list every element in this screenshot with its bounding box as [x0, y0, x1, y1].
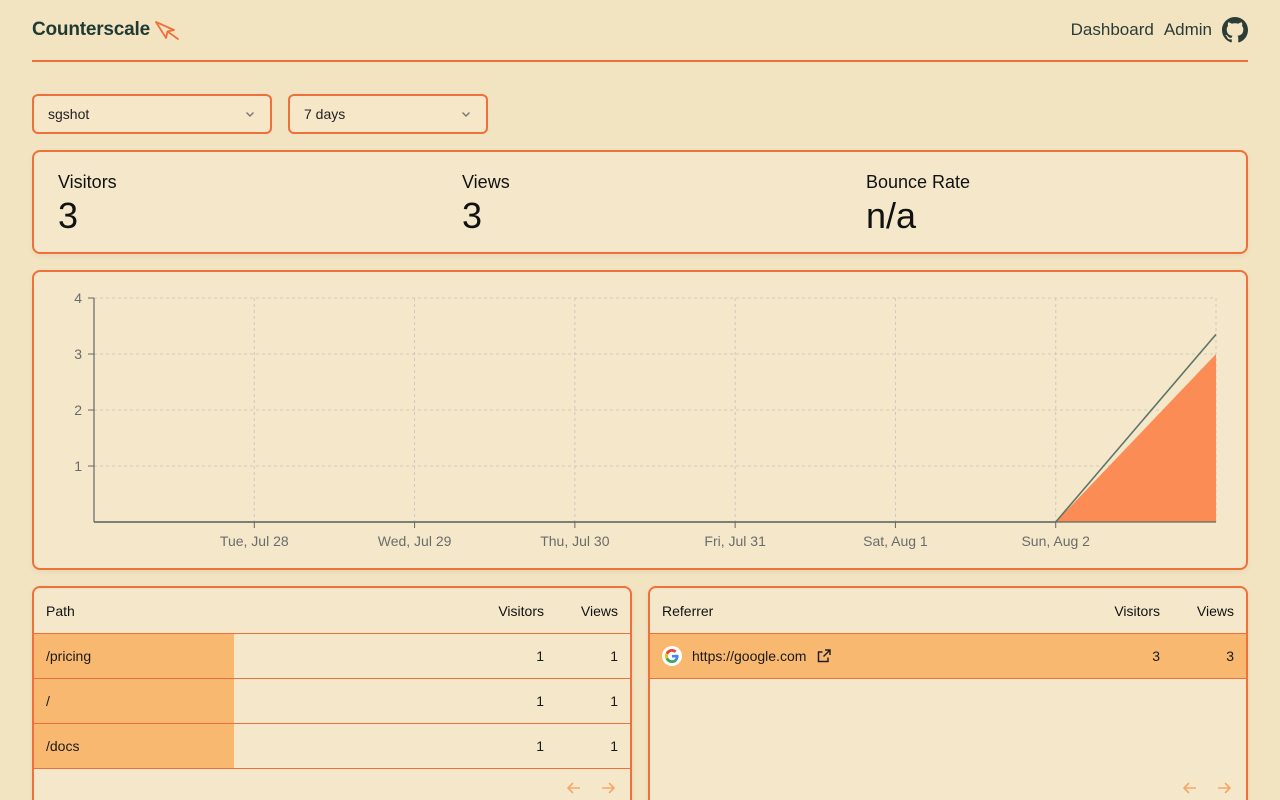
referrers-table: Referrer Visitors Views https://google.c… — [648, 586, 1248, 800]
views-chart: 1 2 3 4 Tue, Jul 28 Wed, Jul 29 Thu, Jul 30 Fri… — [74, 290, 1217, 549]
row-views: 3 — [1226, 648, 1234, 664]
line-series — [94, 333, 1217, 523]
stat-label: Views — [462, 172, 510, 192]
table-row[interactable]: https://google.com 3 3 — [650, 634, 1246, 679]
site-select[interactable]: sgshot — [32, 94, 272, 134]
y-tick-label: 2 — [74, 402, 82, 418]
arrow-left-icon[interactable] — [564, 778, 584, 798]
x-tick-label: Tue, Jul 28 — [220, 533, 289, 549]
stat-views: Views 3 — [462, 172, 510, 237]
referrer-link[interactable]: https://google.com — [692, 648, 806, 664]
paths-table: Path Visitors Views /pricing 1 1 / 1 1/docs 1 1 — [32, 586, 632, 800]
table-header: Path Visitors Views — [34, 588, 630, 634]
row-visitors: 1 — [536, 648, 544, 664]
x-tick-label: Fri, Jul 31 — [704, 533, 766, 549]
stat-value: n/a — [866, 195, 917, 236]
column-header-visitors: Visitors — [1114, 602, 1160, 619]
path-link[interactable]: /pricing — [46, 648, 91, 664]
path-link[interactable]: /docs — [46, 738, 79, 754]
stat-label: Bounce Rate — [866, 172, 971, 192]
row-name: /docs — [34, 738, 464, 754]
column-header-views: Views — [1196, 602, 1234, 619]
table-row[interactable]: /docs 1 1 — [34, 724, 630, 769]
cursor-arrow-logo-icon — [155, 21, 179, 40]
stat-value: 3 — [58, 195, 79, 236]
top-nav: Dashboard Admin — [1071, 17, 1248, 43]
top-header: Counterscale Dashboard Admin — [32, 0, 1248, 62]
row-name: /pricing — [34, 648, 464, 664]
row-name: / — [34, 693, 464, 709]
x-tick-label: Thu, Jul 30 — [540, 533, 609, 549]
x-tick-label: Sat, Aug 1 — [863, 533, 928, 549]
pagination — [564, 778, 618, 800]
brand[interactable]: Counterscale — [32, 19, 182, 41]
external-link-icon[interactable] — [816, 648, 832, 664]
row-visitors: 3 — [1152, 648, 1160, 664]
row-views: 1 — [610, 693, 618, 709]
table-row[interactable]: / 1 1 — [34, 679, 630, 724]
arrow-left-icon[interactable] — [1180, 778, 1200, 798]
google-icon — [662, 646, 682, 666]
row-views: 1 — [610, 738, 618, 754]
stat-label: Visitors — [58, 172, 117, 192]
chevron-down-icon — [462, 112, 470, 117]
nav-admin-link[interactable]: Admin — [1164, 20, 1212, 40]
x-tick-label: Wed, Jul 29 — [378, 533, 452, 549]
row-visitors: 1 — [536, 693, 544, 709]
table-header: Referrer Visitors Views — [650, 588, 1246, 634]
nav-dashboard-link[interactable]: Dashboard — [1071, 20, 1154, 40]
path-link[interactable]: / — [46, 693, 50, 709]
arrow-right-icon[interactable] — [598, 778, 618, 798]
interval-select[interactable]: 7 days — [288, 94, 488, 134]
arrow-right-icon[interactable] — [1214, 778, 1234, 798]
column-header-path: Path — [46, 602, 75, 619]
column-header-visitors: Visitors — [498, 602, 544, 619]
column-header-views: Views — [580, 602, 618, 619]
chevron-down-icon — [246, 112, 254, 117]
stat-visitors: Visitors 3 — [58, 172, 117, 237]
pagination — [1180, 778, 1234, 800]
stat-bounce-rate: Bounce Rate n/a — [866, 172, 970, 237]
row-visitors: 1 — [536, 738, 544, 754]
interval-select-value: 7 days — [304, 106, 346, 122]
x-tick-label: Sun, Aug 2 — [1021, 533, 1090, 549]
table-row[interactable]: /pricing 1 1 — [34, 634, 630, 679]
views-chart-card: 1 2 3 4 Tue, Jul 28 Wed, Jul 29 Thu, Jul 30 Fri… — [32, 270, 1248, 570]
brand-name: Counterscale — [32, 19, 150, 40]
stats-card: Visitors 3 Views 3 Bounce Rate n/a — [32, 150, 1248, 254]
row-views: 1 — [610, 648, 618, 664]
y-tick-label: 3 — [74, 346, 82, 362]
stat-value: 3 — [462, 195, 483, 236]
area-series — [94, 354, 1216, 522]
site-select-value: sgshot — [48, 106, 90, 122]
column-header-referrer: Referrer — [662, 602, 714, 619]
row-name: https://google.com — [650, 646, 1080, 666]
y-tick-label: 1 — [74, 458, 82, 474]
github-icon[interactable] — [1222, 17, 1248, 43]
y-tick-label: 4 — [74, 290, 82, 306]
